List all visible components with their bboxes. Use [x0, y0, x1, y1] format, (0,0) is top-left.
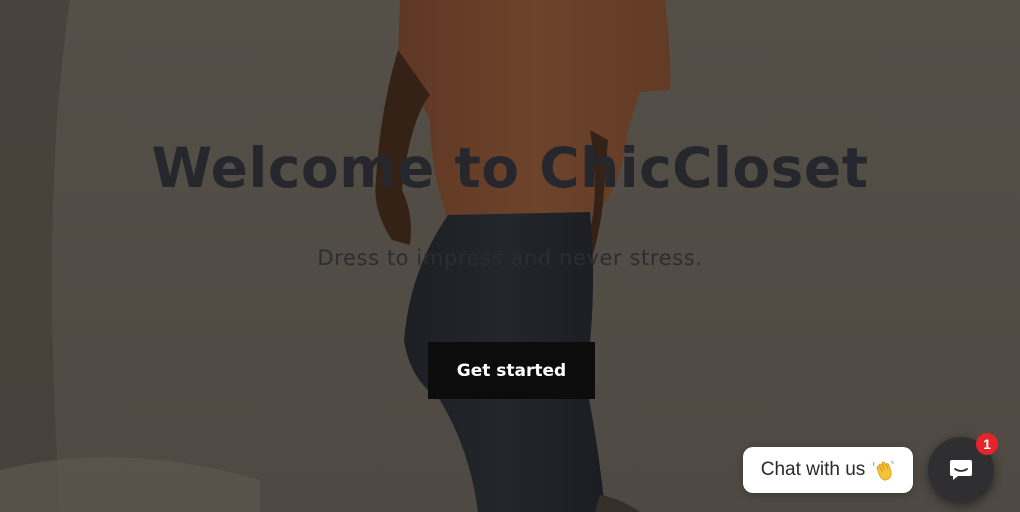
- hero-content: Welcome to ChicCloset Dress to impress a…: [0, 0, 1020, 512]
- waving-hand-icon: [873, 460, 894, 481]
- chat-bubble-label: Chat with us: [760, 459, 866, 480]
- chat-with-us-bubble[interactable]: Chat with us: [743, 447, 913, 493]
- hero-subtitle: Dress to impress and never stress.: [317, 246, 703, 270]
- hero-section: Welcome to ChicCloset Dress to impress a…: [0, 0, 1020, 512]
- get-started-button[interactable]: Get started: [428, 342, 595, 399]
- hero-title: Welcome to ChicCloset: [151, 136, 869, 200]
- unread-count-badge: 1: [976, 433, 998, 455]
- chat-bubble-icon: [950, 460, 972, 480]
